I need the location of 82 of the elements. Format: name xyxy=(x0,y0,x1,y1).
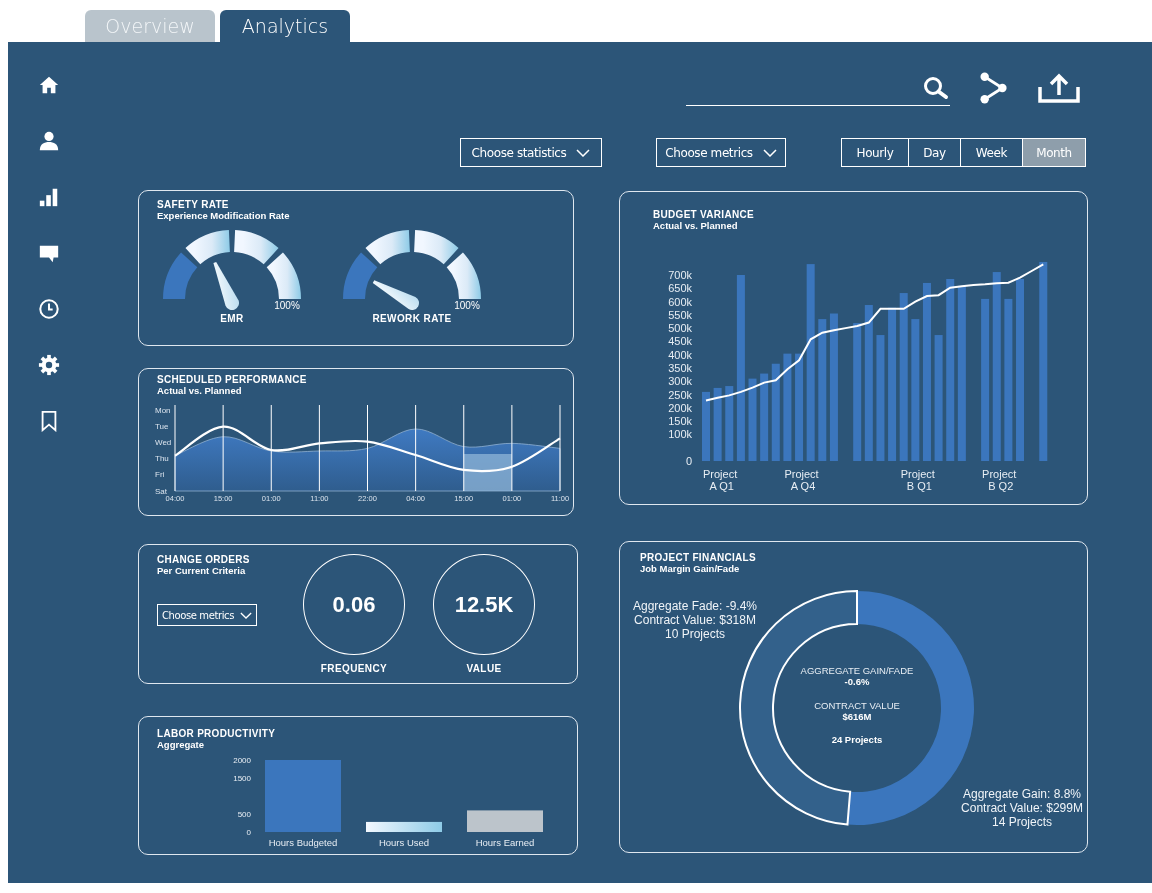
center-value: 24 Projects xyxy=(831,734,883,745)
axis-label: Wed xyxy=(155,437,172,447)
chevron-down-icon xyxy=(762,148,777,157)
center-value: -0.6% xyxy=(844,676,870,687)
axis-label: 1500 xyxy=(233,774,251,783)
home-icon[interactable] xyxy=(38,74,60,96)
card-subtitle: Actual vs. Planned xyxy=(157,385,243,396)
stat-label: VALUE xyxy=(466,663,502,674)
axis-label: Project A Q1 xyxy=(703,468,738,492)
axis-label: 100k xyxy=(668,428,692,441)
bar-chart-icon[interactable] xyxy=(38,186,60,208)
upload-icon[interactable] xyxy=(1038,73,1080,103)
axis-label: 150k xyxy=(668,415,692,428)
axis-label: 500 xyxy=(237,810,251,819)
card-subtitle: Experience Modification Rate xyxy=(157,210,291,221)
card-title: SAFETY RATE xyxy=(157,199,230,210)
center-value: $616M xyxy=(842,711,872,722)
search-icon[interactable] xyxy=(922,75,950,100)
axis-label: 700k xyxy=(668,269,692,281)
gauge-max-label: 100% xyxy=(274,300,300,311)
center-label: CONTRACT VALUE xyxy=(814,700,900,711)
clock-icon[interactable] xyxy=(38,298,60,320)
axis-label: 550k xyxy=(668,308,692,321)
card-title: BUDGET VARIANCE xyxy=(653,209,755,220)
axis-label: Fri xyxy=(155,470,165,480)
center-label: AGGREGATE GAIN/FADE xyxy=(800,665,914,676)
user-icon[interactable] xyxy=(38,130,60,152)
axis-label: Hours Budgeted xyxy=(268,837,338,848)
axis-label: 2000 xyxy=(233,756,251,765)
callout-text: Contract Value: $318M xyxy=(634,613,756,627)
gauge-label: REWORK RATE xyxy=(372,313,452,324)
axis-label: Tue xyxy=(155,421,169,431)
axis-label: 500k xyxy=(668,322,692,335)
dropdown[interactable]: Choose statistics xyxy=(460,138,602,167)
axis-label: Hours Earned xyxy=(475,837,535,848)
axis-label: 200k xyxy=(668,401,692,414)
card-title: LABOR PRODUCTIVITY xyxy=(157,728,277,739)
share-icon[interactable] xyxy=(980,72,1008,104)
card-title: SCHEDULED PERFORMANCE xyxy=(157,374,308,385)
dropdown[interactable]: Choose metrics xyxy=(656,138,786,167)
chevron-down-icon xyxy=(239,611,252,619)
axis-label: Project B Q2 xyxy=(982,468,1017,492)
period-toggle[interactable]: Day xyxy=(908,139,960,166)
card-title: PROJECT FINANCIALS xyxy=(640,552,757,563)
axis-label: 600k xyxy=(668,295,692,308)
axis-label: Hours Used xyxy=(378,837,430,848)
stat-circle: 12.5K xyxy=(433,554,535,655)
gauge-max-label: 100% xyxy=(454,300,480,311)
card-subtitle: Aggregate xyxy=(157,739,205,750)
period-toggle[interactable]: Hourly xyxy=(842,139,908,166)
axis-label: Mon xyxy=(155,405,171,415)
chevron-down-icon xyxy=(576,148,591,157)
axis-label: 400k xyxy=(668,348,692,361)
axis-label: 450k xyxy=(668,335,692,348)
axis-label: Sat xyxy=(155,486,167,496)
settings-icon[interactable] xyxy=(38,354,60,376)
dropdown[interactable]: Choose metrics xyxy=(157,604,257,626)
bar xyxy=(702,391,710,461)
axis-label: Project A Q4 xyxy=(784,468,819,492)
callout-text: Aggregate Fade: -9.4% xyxy=(632,599,758,613)
callout-text: Aggregate Gain: 8.8% xyxy=(962,787,1082,801)
card-subtitle: Actual vs. Planned xyxy=(653,220,739,231)
gauge-needle xyxy=(213,261,239,310)
stat-circle: 0.06 xyxy=(303,554,405,655)
axis-label: 350k xyxy=(668,362,692,374)
axis-label: 0 xyxy=(246,828,251,837)
callout-text: 10 Projects xyxy=(665,627,725,641)
axis-label: Thu xyxy=(155,454,169,464)
tab[interactable]: Analytics xyxy=(220,10,350,42)
card-title: CHANGE ORDERS xyxy=(157,554,251,565)
card-subtitle: Job Margin Gain/Fade xyxy=(640,563,741,574)
gauge-needle xyxy=(372,280,419,310)
gauge-label: EMR xyxy=(220,313,244,324)
axis-label: 250k xyxy=(668,388,692,401)
stat-label: FREQUENCY xyxy=(320,663,388,674)
callout-text: Contract Value: $299M xyxy=(961,801,1083,815)
axis-label: 650k xyxy=(668,282,692,295)
card-subtitle: Per Current Criteria xyxy=(157,565,247,576)
axis-label: 300k xyxy=(668,375,692,388)
callout-text: 14 Projects xyxy=(992,815,1052,829)
axis-label: 0 xyxy=(685,455,692,467)
axis-label: Project B Q1 xyxy=(900,468,935,492)
